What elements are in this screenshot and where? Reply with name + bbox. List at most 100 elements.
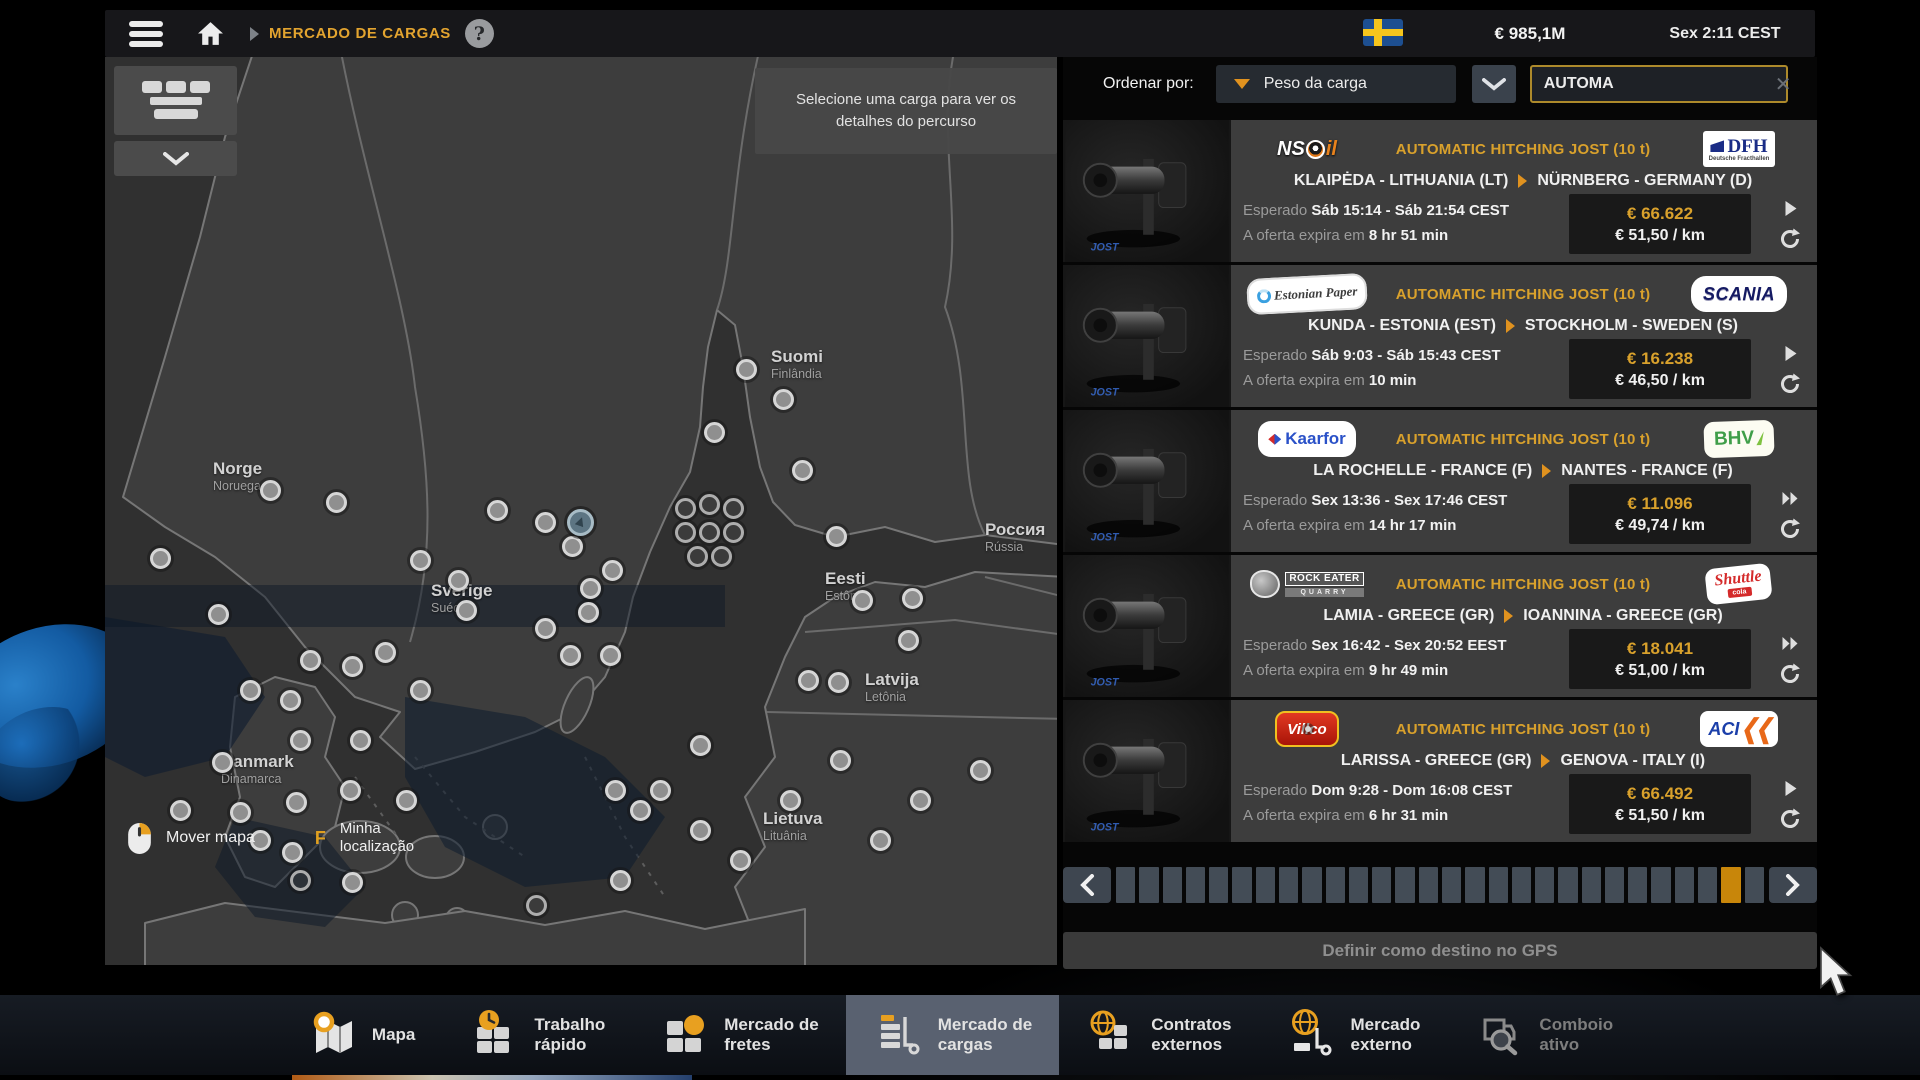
page-block[interactable] bbox=[1465, 867, 1484, 903]
nav-item-freight-market[interactable]: Mercado defretes bbox=[632, 995, 845, 1075]
cargo-offer-row[interactable]: JOSTKaarforAUTOMATIC HITCHING JOST (10 t… bbox=[1063, 410, 1817, 552]
page-block[interactable] bbox=[1232, 867, 1251, 903]
page-block[interactable] bbox=[1302, 867, 1321, 903]
city-dot[interactable] bbox=[342, 656, 363, 677]
page-block[interactable] bbox=[1675, 867, 1694, 903]
page-block[interactable] bbox=[1256, 867, 1275, 903]
city-dot[interactable] bbox=[326, 492, 347, 513]
city-dot[interactable] bbox=[852, 590, 873, 611]
city-dot[interactable] bbox=[730, 850, 751, 871]
city-dot[interactable] bbox=[898, 630, 919, 651]
cargo-offer-row[interactable]: JOSTROCK EATERQUARRYAUTOMATIC HITCHING J… bbox=[1063, 555, 1817, 697]
city-dot[interactable] bbox=[711, 546, 732, 567]
search-input[interactable] bbox=[1532, 75, 1775, 93]
city-dot[interactable] bbox=[970, 760, 991, 781]
city-dot[interactable] bbox=[290, 870, 311, 891]
city-dot[interactable] bbox=[260, 480, 281, 501]
city-dot[interactable] bbox=[699, 494, 720, 515]
city-dot[interactable] bbox=[630, 800, 651, 821]
city-dot[interactable] bbox=[456, 600, 477, 621]
city-dot[interactable] bbox=[830, 750, 851, 771]
city-dot[interactable] bbox=[286, 792, 307, 813]
page-block[interactable] bbox=[1489, 867, 1508, 903]
city-dot[interactable] bbox=[448, 570, 469, 591]
home-icon[interactable] bbox=[197, 21, 224, 46]
city-dot[interactable] bbox=[290, 730, 311, 751]
city-dot[interactable] bbox=[342, 872, 363, 893]
page-block[interactable] bbox=[1349, 867, 1368, 903]
city-dot[interactable] bbox=[300, 650, 321, 671]
city-dot[interactable] bbox=[410, 550, 431, 571]
city-dot[interactable] bbox=[240, 680, 261, 701]
set-gps-destination-button[interactable]: Definir como destino no GPS bbox=[1063, 932, 1817, 969]
help-icon[interactable]: ? bbox=[465, 19, 494, 48]
clear-search-icon[interactable]: ✕ bbox=[1775, 72, 1792, 97]
city-dot[interactable] bbox=[602, 560, 623, 581]
city-dot[interactable] bbox=[902, 588, 923, 609]
page-block[interactable] bbox=[1698, 867, 1717, 903]
city-dot[interactable] bbox=[687, 546, 708, 567]
city-dot[interactable] bbox=[375, 642, 396, 663]
map-view-toggle-button[interactable] bbox=[114, 66, 237, 135]
page-block[interactable] bbox=[1279, 867, 1298, 903]
cargo-offer-row[interactable]: JOSTNSilAUTOMATIC HITCHING JOST (10 t)DF… bbox=[1063, 120, 1817, 262]
page-block[interactable] bbox=[1139, 867, 1158, 903]
page-block[interactable] bbox=[1326, 867, 1345, 903]
city-dot[interactable] bbox=[690, 735, 711, 756]
page-block[interactable] bbox=[1651, 867, 1670, 903]
city-dot[interactable] bbox=[675, 522, 696, 543]
city-dot[interactable] bbox=[208, 604, 229, 625]
city-dot[interactable] bbox=[605, 780, 626, 801]
city-dot[interactable] bbox=[610, 870, 631, 891]
city-dot[interactable] bbox=[704, 422, 725, 443]
sort-expand-button[interactable] bbox=[1472, 65, 1516, 103]
page-block[interactable] bbox=[1209, 867, 1228, 903]
city-dot[interactable] bbox=[773, 389, 794, 410]
city-dot[interactable] bbox=[562, 536, 583, 557]
page-block[interactable] bbox=[1582, 867, 1601, 903]
nav-item-external-contracts[interactable]: Contratosexternos bbox=[1059, 995, 1258, 1075]
city-dot[interactable] bbox=[578, 602, 599, 623]
collapse-map-button[interactable] bbox=[114, 141, 237, 176]
city-dot[interactable] bbox=[798, 670, 819, 691]
city-dot[interactable] bbox=[487, 500, 508, 521]
city-dot[interactable] bbox=[535, 618, 556, 639]
cargo-offer-row[interactable]: JOSTEstonian PaperAUTOMATIC HITCHING JOS… bbox=[1063, 265, 1817, 407]
city-dot[interactable] bbox=[560, 645, 581, 666]
nav-item-quick-job[interactable]: Trabalhorápido bbox=[442, 995, 632, 1075]
city-dot[interactable] bbox=[828, 672, 849, 693]
city-dot[interactable] bbox=[723, 522, 744, 543]
city-dot[interactable] bbox=[410, 680, 431, 701]
nav-item-external-market[interactable]: Mercadoexterno bbox=[1259, 995, 1448, 1075]
page-block[interactable] bbox=[1419, 867, 1438, 903]
city-dot[interactable] bbox=[350, 730, 371, 751]
prev-page-button[interactable] bbox=[1063, 867, 1111, 903]
city-dot[interactable] bbox=[736, 359, 757, 380]
page-block-active[interactable] bbox=[1721, 867, 1740, 903]
nav-item-map[interactable]: Mapa bbox=[280, 995, 442, 1075]
city-dot[interactable] bbox=[280, 690, 301, 711]
city-dot[interactable] bbox=[580, 578, 601, 599]
page-block[interactable] bbox=[1372, 867, 1391, 903]
city-dot[interactable] bbox=[826, 526, 847, 547]
city-dot[interactable] bbox=[723, 498, 744, 519]
page-block[interactable] bbox=[1628, 867, 1647, 903]
page-block[interactable] bbox=[1558, 867, 1577, 903]
city-dot[interactable] bbox=[699, 522, 720, 543]
city-dot[interactable] bbox=[212, 752, 233, 773]
map-panel[interactable]: Selecione uma carga para ver os detalhes… bbox=[105, 57, 1057, 965]
city-dot[interactable] bbox=[690, 820, 711, 841]
city-dot[interactable] bbox=[675, 498, 696, 519]
city-dot[interactable] bbox=[150, 548, 171, 569]
city-dot[interactable] bbox=[535, 512, 556, 533]
page-block[interactable] bbox=[1535, 867, 1554, 903]
sort-dropdown[interactable]: Peso da carga bbox=[1216, 65, 1456, 103]
nav-item-cargo-market[interactable]: Mercado decargas bbox=[846, 995, 1059, 1075]
city-dot[interactable] bbox=[340, 780, 361, 801]
cargo-offer-row[interactable]: JOSTVillcoAUTOMATIC HITCHING JOST (10 t)… bbox=[1063, 700, 1817, 842]
page-block[interactable] bbox=[1395, 867, 1414, 903]
city-dot[interactable] bbox=[870, 830, 891, 851]
page-block[interactable] bbox=[1186, 867, 1205, 903]
page-block[interactable] bbox=[1116, 867, 1135, 903]
city-dot[interactable] bbox=[600, 645, 621, 666]
